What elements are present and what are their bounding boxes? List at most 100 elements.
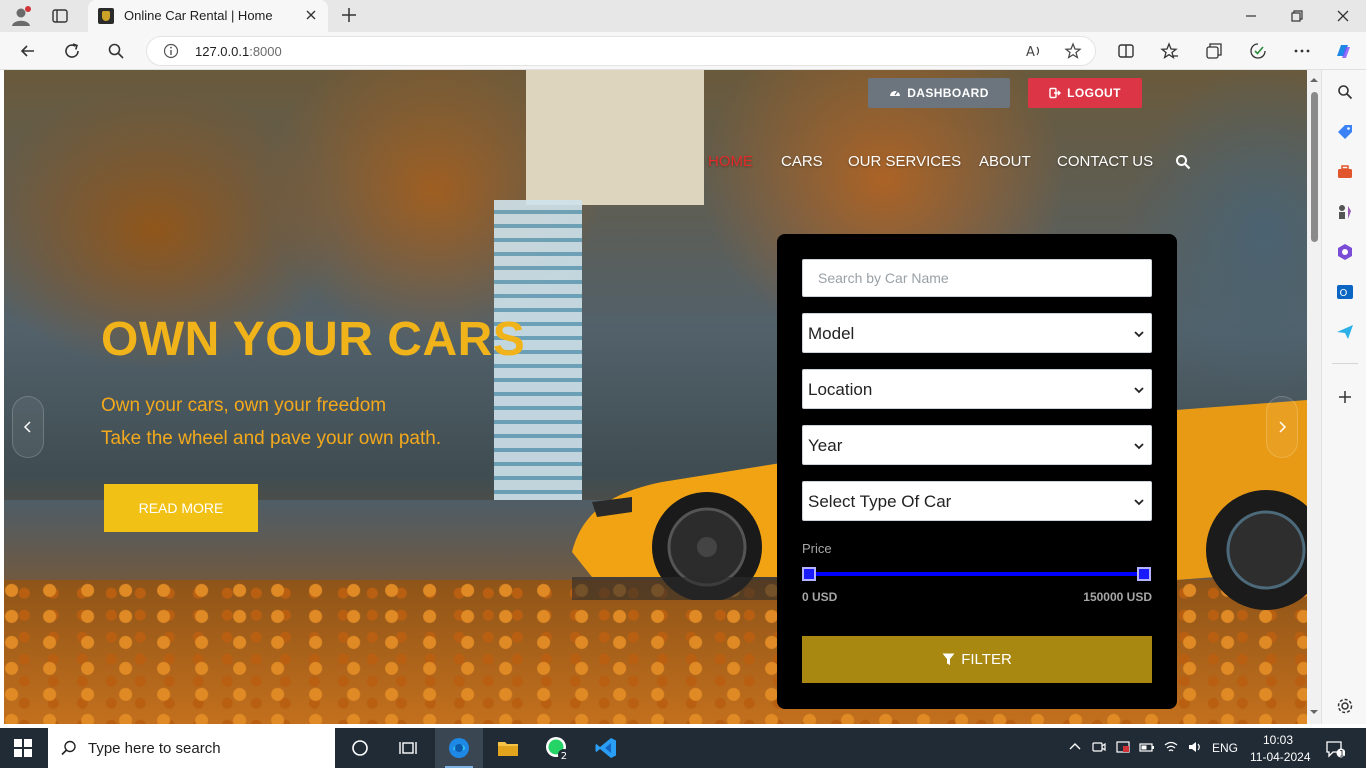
split-screen-icon[interactable] (1116, 41, 1136, 61)
taskbar-search-box[interactable]: Type here to search (48, 728, 335, 768)
tray-security-icon[interactable] (1115, 739, 1131, 755)
edge-sidebar: O (1321, 70, 1366, 724)
whatsapp-badge: 2 (561, 751, 567, 761)
nav-search-icon[interactable] (1175, 154, 1191, 170)
nav-cars[interactable]: CARS (781, 153, 823, 170)
more-options-icon[interactable] (1292, 41, 1312, 61)
close-tab-icon[interactable] (304, 8, 318, 22)
windows-start-icon[interactable] (14, 739, 32, 757)
price-slider-max-handle[interactable] (1137, 567, 1151, 581)
url-field[interactable]: 127.0.0.1:8000 A (146, 36, 1096, 66)
cortana-button[interactable] (336, 728, 384, 768)
notification-count: 1 (1339, 750, 1345, 760)
close-window-icon[interactable] (1335, 8, 1351, 24)
taskbar-vscode-app[interactable] (582, 728, 630, 768)
favorite-star-icon[interactable] (1064, 42, 1082, 60)
sidebar-divider (1332, 363, 1358, 364)
scrollbar-thumb[interactable] (1311, 92, 1318, 242)
page-scrollbar[interactable] (1307, 70, 1321, 724)
tray-wifi-icon[interactable] (1163, 739, 1179, 755)
location-select-value: Location (808, 380, 873, 399)
browser-essentials-icon[interactable] (1248, 41, 1268, 61)
notification-center-icon[interactable]: 1 (1325, 739, 1345, 759)
nav-about[interactable]: ABOUT (979, 153, 1031, 170)
car-name-search-input[interactable] (802, 259, 1152, 297)
outlook-icon[interactable]: O (1336, 283, 1354, 301)
logout-button[interactable]: LOGOUT (1028, 78, 1142, 108)
tray-battery-icon[interactable] (1139, 739, 1155, 755)
filter-button[interactable]: FILTER (802, 636, 1152, 683)
model-select[interactable]: Model (802, 313, 1152, 353)
svg-text:O: O (1340, 288, 1348, 299)
price-label: Price (802, 541, 832, 556)
refresh-icon[interactable] (62, 41, 82, 61)
read-more-button[interactable]: READ MORE (104, 484, 258, 532)
cortana-circle-icon (352, 740, 368, 756)
tray-date[interactable]: 11-04-2024 (1250, 750, 1311, 764)
taskbar-whatsapp-app[interactable]: 2 (533, 728, 581, 768)
new-tab-icon[interactable] (340, 6, 358, 24)
search-icon (61, 740, 76, 756)
task-view-button[interactable] (384, 728, 432, 768)
search-icon[interactable] (106, 41, 126, 61)
windows-taskbar: Type here to search 2 ENG 10:03 11-04-20… (0, 728, 1366, 768)
tray-language[interactable]: ENG (1212, 741, 1238, 755)
chevron-down-icon (1134, 499, 1144, 506)
browser-tab[interactable]: Online Car Rental | Home (88, 0, 328, 32)
send-paper-plane-icon[interactable] (1336, 323, 1354, 341)
price-slider-min-handle[interactable] (802, 567, 816, 581)
sign-out-icon (1049, 87, 1062, 99)
car-filter-panel: Model Location Year Select Type Of Car P… (777, 234, 1177, 709)
tab-title: Online Car Rental | Home (124, 8, 273, 23)
price-max-value: 150000 USD (1083, 590, 1152, 604)
carousel-next-button[interactable] (1266, 396, 1298, 458)
sidebar-settings-gear-icon[interactable] (1336, 697, 1354, 715)
chevron-right-icon (1279, 421, 1287, 433)
carousel-prev-button[interactable] (12, 396, 44, 458)
whatsapp-icon: 2 (546, 737, 570, 761)
copilot-icon[interactable] (1333, 41, 1353, 61)
year-select-value: Year (808, 436, 843, 455)
back-icon[interactable] (18, 41, 38, 61)
collections-icon[interactable] (1204, 41, 1224, 61)
nav-our-services[interactable]: OUR SERVICES (848, 153, 961, 170)
dashboard-button[interactable]: DASHBOARD (868, 78, 1010, 108)
taskbar-edge-app[interactable] (435, 728, 483, 768)
profile-avatar-icon[interactable] (10, 5, 32, 27)
read-aloud-icon[interactable]: A (1025, 42, 1043, 60)
dashboard-gauge-icon (890, 91, 901, 96)
tray-time[interactable]: 10:03 (1263, 733, 1293, 747)
location-select[interactable]: Location (802, 369, 1152, 409)
price-min-value: 0 USD (802, 590, 838, 604)
scroll-up-arrow-icon[interactable] (1310, 76, 1318, 84)
add-sidebar-app-icon[interactable] (1336, 388, 1354, 406)
favorites-icon[interactable] (1160, 41, 1180, 61)
site-info-icon[interactable] (163, 43, 179, 59)
tray-volume-icon[interactable] (1187, 739, 1203, 755)
scroll-down-arrow-icon[interactable] (1310, 708, 1318, 716)
tab-actions-icon[interactable] (50, 6, 70, 26)
nav-contact-us[interactable]: CONTACT US (1057, 153, 1153, 170)
nav-home[interactable]: HOME (708, 153, 753, 170)
taskbar-file-explorer-app[interactable] (484, 728, 532, 768)
taskbar-search-placeholder: Type here to search (88, 740, 221, 757)
minimize-icon[interactable] (1243, 8, 1259, 24)
microsoft-365-icon[interactable] (1336, 243, 1354, 261)
tools-briefcase-icon[interactable] (1336, 163, 1354, 181)
car-type-select[interactable]: Select Type Of Car (802, 481, 1152, 521)
shopping-tag-icon[interactable] (1336, 123, 1354, 141)
filter-funnel-icon (942, 653, 955, 665)
filter-button-label: FILTER (961, 651, 1012, 668)
chevron-left-icon (23, 421, 31, 433)
tray-overflow-chevron-icon[interactable] (1067, 739, 1083, 755)
year-select[interactable]: Year (802, 425, 1152, 465)
games-chess-icon[interactable] (1336, 203, 1354, 221)
dashboard-label: DASHBOARD (907, 86, 989, 100)
site-favicon-icon (98, 8, 114, 24)
chevron-down-icon (1134, 331, 1144, 338)
restore-icon[interactable] (1289, 8, 1305, 24)
tray-meet-icon[interactable] (1091, 739, 1107, 755)
price-slider-track[interactable] (809, 572, 1144, 576)
edge-browser-icon (449, 738, 469, 758)
sidebar-search-icon[interactable] (1336, 83, 1354, 101)
